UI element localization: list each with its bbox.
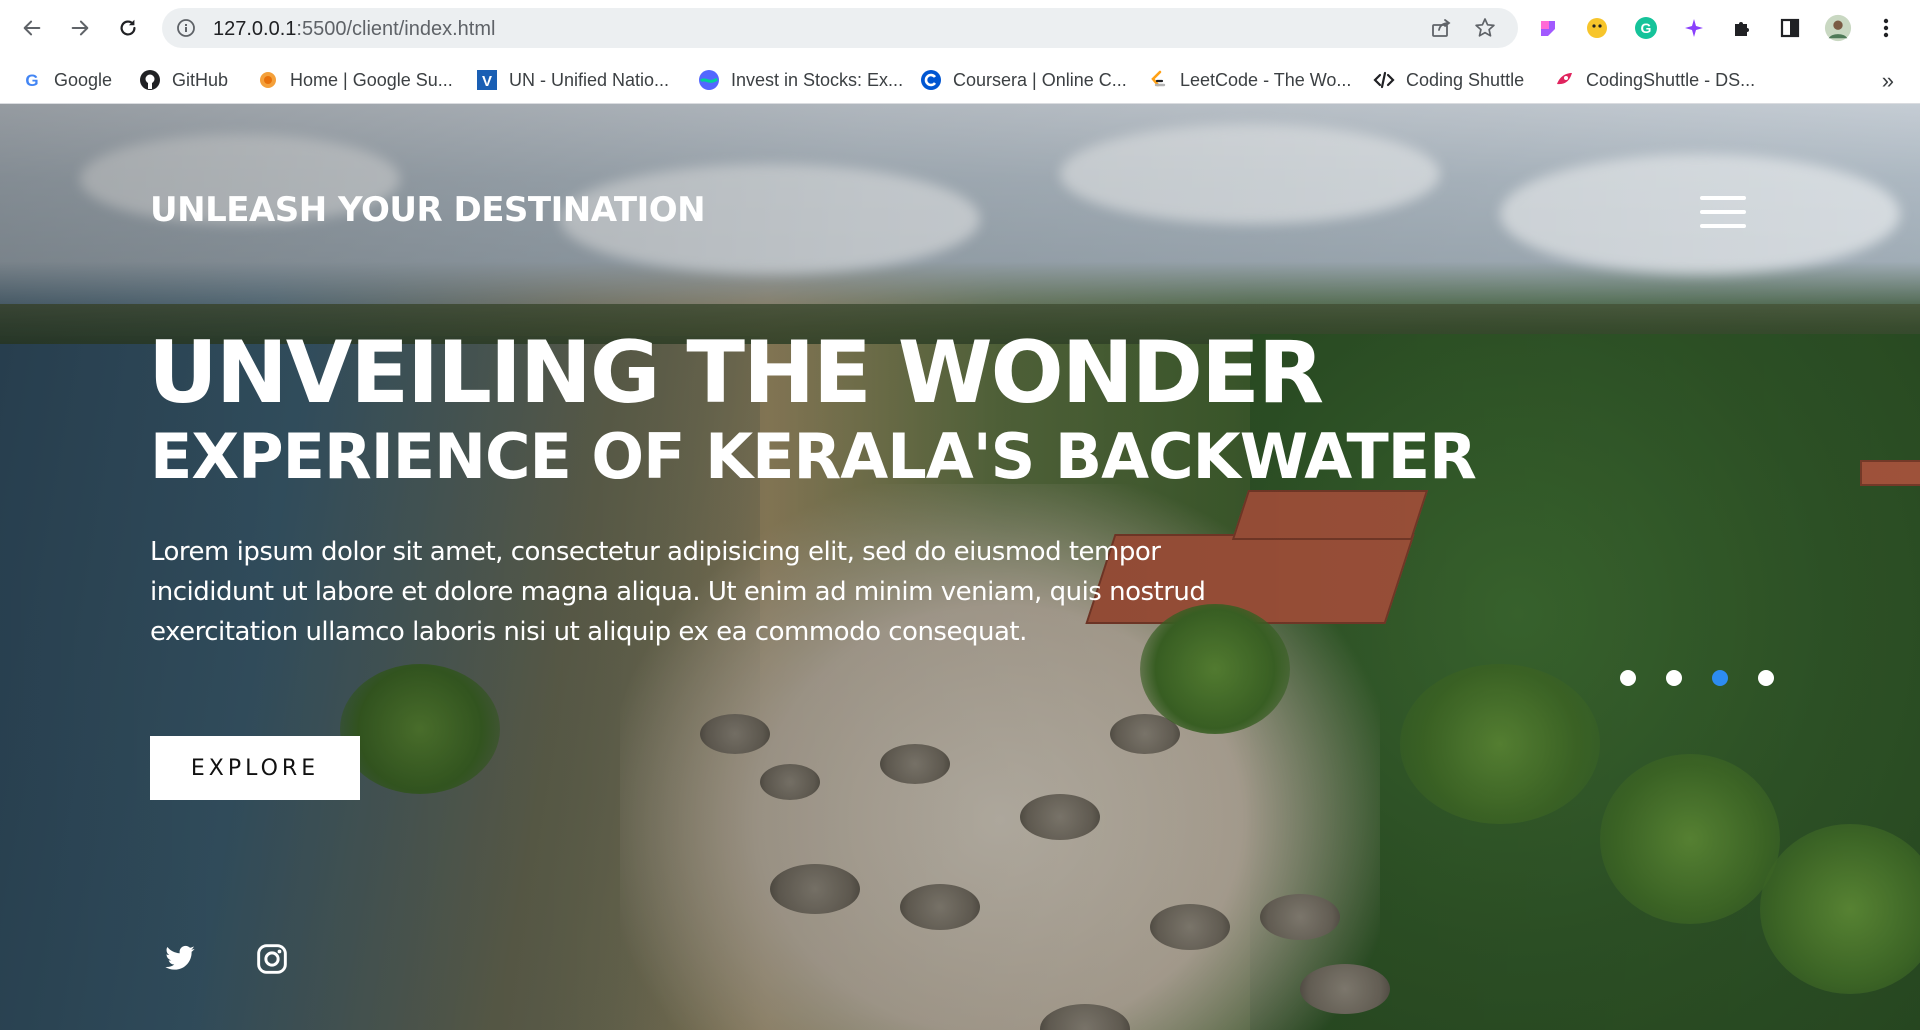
bookmark-label: CodingShuttle - DS... bbox=[1586, 69, 1756, 90]
bookmark-codingshuttle-ds[interactable]: CodingShuttle - DS... bbox=[1552, 56, 1755, 104]
bookmarks-overflow-button[interactable]: » bbox=[1882, 68, 1894, 94]
url-text: 127.0.0.1:5500/client/index.html bbox=[213, 18, 495, 41]
back-button[interactable] bbox=[16, 12, 48, 44]
twitter-link[interactable] bbox=[163, 942, 197, 976]
invest-icon bbox=[697, 68, 721, 92]
bookmark-coursera[interactable]: Coursera | Online C... bbox=[919, 56, 1127, 104]
grammarly-icon[interactable]: G bbox=[1632, 14, 1660, 42]
menu-bar bbox=[1700, 210, 1746, 214]
url-path: :5500/client/index.html bbox=[296, 18, 496, 40]
twitter-icon bbox=[165, 945, 195, 970]
browser-toolbar: 127.0.0.1:5500/client/index.html G bbox=[0, 0, 1920, 56]
hero-description: Lorem ipsum dolor sit amet, consectetur … bbox=[150, 537, 1206, 647]
extension-emoji-icon[interactable] bbox=[1583, 14, 1611, 42]
address-bar[interactable]: 127.0.0.1:5500/client/index.html bbox=[162, 8, 1518, 48]
reload-icon bbox=[120, 19, 136, 36]
hero-subtitle: EXPERIENCE OF KERALA'S BACKWATER bbox=[150, 420, 1477, 493]
hero-section: UNLEASH YOUR DESTINATION UNVEILING THE W… bbox=[0, 104, 1920, 1030]
github-icon bbox=[138, 68, 162, 92]
forward-button[interactable] bbox=[64, 12, 96, 44]
profile-avatar[interactable] bbox=[1824, 14, 1852, 42]
svg-text:G: G bbox=[25, 71, 38, 90]
star-icon[interactable] bbox=[1474, 17, 1496, 39]
bookmark-google[interactable]: G Google bbox=[20, 56, 112, 104]
bookmark-label: Invest in Stocks: Ex... bbox=[731, 69, 904, 90]
sparkle-icon[interactable] bbox=[1680, 14, 1708, 42]
puzzle-icon[interactable] bbox=[1728, 14, 1756, 42]
menu-bar bbox=[1700, 196, 1746, 200]
hero-title: UNVEILING THE WONDER bbox=[148, 323, 1324, 423]
menu-bar bbox=[1700, 224, 1746, 228]
bookmark-leetcode[interactable]: LeetCode - The Wo... bbox=[1146, 56, 1351, 104]
leetcode-icon bbox=[1146, 68, 1170, 92]
code-icon bbox=[1372, 68, 1396, 92]
svg-text:V: V bbox=[482, 73, 492, 90]
bookmarks-bar: G Google GitHub Home | Google Su... V UN… bbox=[0, 56, 1920, 104]
bookmark-google-summer[interactable]: Home | Google Su... bbox=[256, 56, 453, 104]
bookmark-label: LeetCode - The Wo... bbox=[1180, 69, 1352, 90]
hamburger-menu-button[interactable] bbox=[1700, 194, 1748, 230]
bookmark-label: UN - Unified Natio... bbox=[509, 69, 670, 90]
instagram-link[interactable] bbox=[255, 942, 289, 976]
slider-dots bbox=[1620, 670, 1774, 686]
slider-dot-4[interactable] bbox=[1758, 670, 1774, 686]
bookmark-label: GitHub bbox=[172, 69, 229, 90]
arrow-left-icon bbox=[23, 20, 41, 36]
bookmark-invest[interactable]: Invest in Stocks: Ex... bbox=[697, 56, 903, 104]
bookmark-label: Coursera | Online C... bbox=[953, 69, 1127, 90]
kebab-menu-icon[interactable] bbox=[1872, 14, 1900, 42]
slider-dot-1[interactable] bbox=[1620, 670, 1636, 686]
slider-dot-2[interactable] bbox=[1666, 670, 1682, 686]
bookmark-label: Google bbox=[54, 69, 113, 90]
bookmark-un[interactable]: V UN - Unified Natio... bbox=[475, 56, 669, 104]
google-summer-icon bbox=[256, 68, 280, 92]
bookmark-label: Home | Google Su... bbox=[290, 69, 453, 90]
slider-dot-3[interactable] bbox=[1712, 670, 1728, 686]
side-panel-icon[interactable] bbox=[1776, 14, 1804, 42]
bookmark-label: Coding Shuttle bbox=[1406, 69, 1525, 90]
url-host: 127.0.0.1 bbox=[213, 18, 297, 40]
coursera-icon bbox=[919, 68, 943, 92]
arrow-right-icon bbox=[71, 20, 89, 36]
site-brand[interactable]: UNLEASH YOUR DESTINATION bbox=[150, 190, 706, 230]
bookmark-coding-shuttle[interactable]: Coding Shuttle bbox=[1372, 56, 1524, 104]
svg-text:G: G bbox=[1641, 20, 1652, 36]
info-icon[interactable] bbox=[176, 18, 196, 38]
codingshuttle-icon bbox=[1552, 68, 1576, 92]
extension-gradient-icon[interactable] bbox=[1534, 14, 1562, 42]
bookmark-github[interactable]: GitHub bbox=[138, 56, 228, 104]
instagram-icon bbox=[257, 944, 287, 974]
explore-button[interactable]: EXPLORE bbox=[150, 736, 360, 800]
share-icon[interactable] bbox=[1430, 17, 1452, 39]
google-icon: G bbox=[20, 68, 44, 92]
v-icon: V bbox=[475, 68, 499, 92]
reload-button[interactable] bbox=[112, 12, 144, 44]
